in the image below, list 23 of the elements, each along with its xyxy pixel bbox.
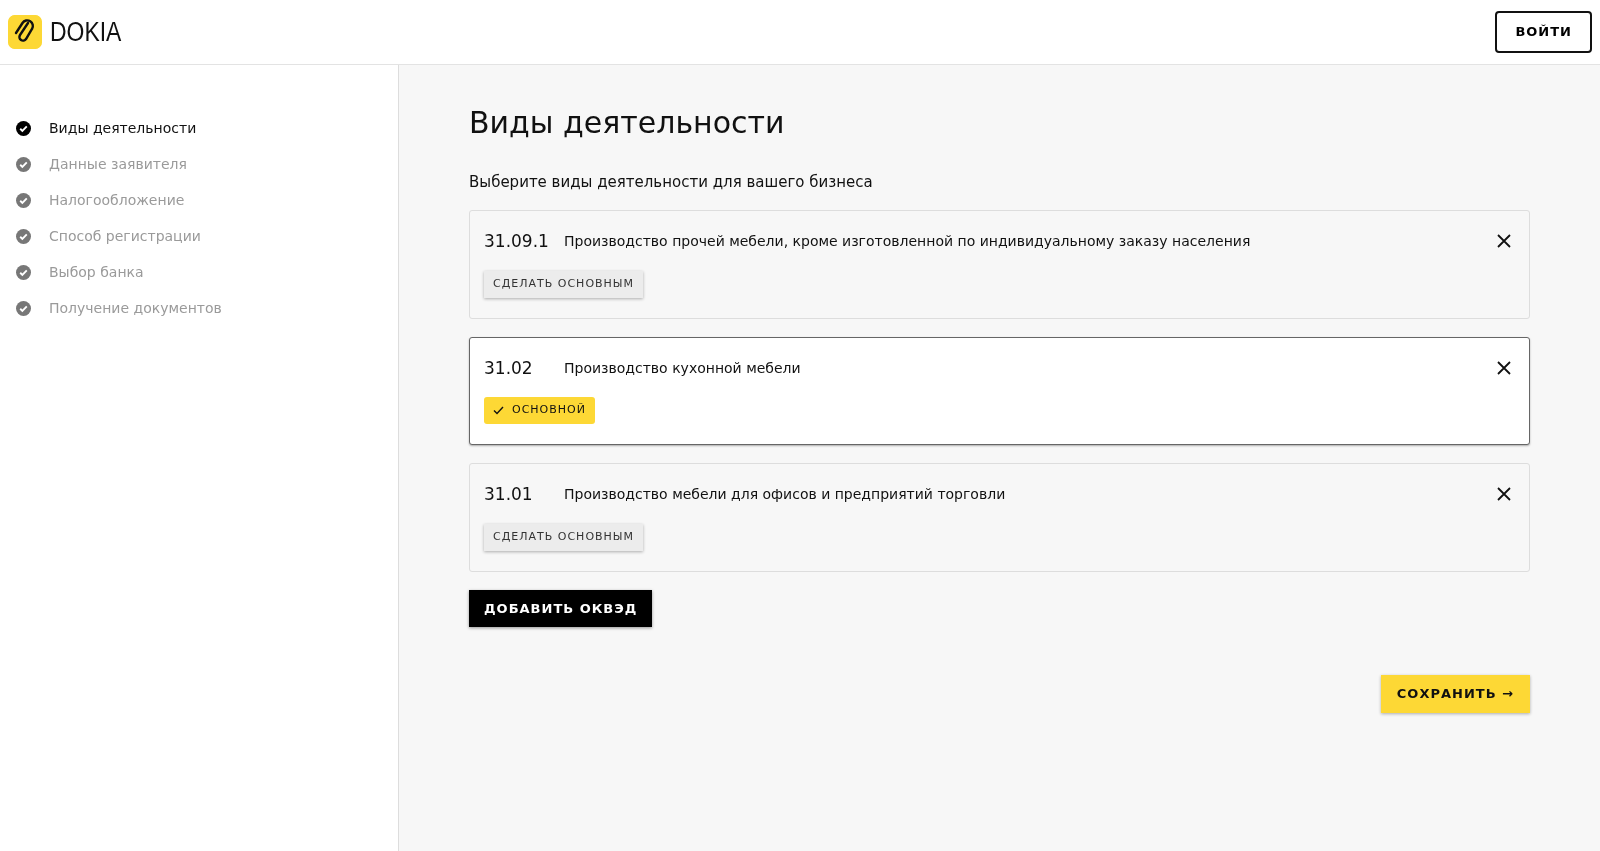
check-circle-icon	[16, 156, 31, 172]
page-subtitle: Выберите виды деятельности для вашего бизнеса	[469, 172, 874, 193]
check-circle-icon	[16, 300, 31, 316]
check-circle-icon	[16, 264, 31, 280]
primary-badge: ОСНОВНОЙ	[484, 397, 595, 424]
paperclip-logo-icon	[8, 15, 42, 49]
activity-code: 31.02	[484, 356, 534, 380]
check-circle-icon	[16, 192, 31, 208]
check-circle-icon	[16, 228, 31, 244]
check-circle-icon	[16, 120, 31, 136]
save-button[interactable]: СОХРАНИТЬ →	[1380, 675, 1530, 713]
add-okved-button[interactable]: ДОБАВИТЬ ОКВЭД	[469, 589, 653, 627]
activity-name: Производство мебели для офисов и предприятий торговли	[564, 484, 1007, 504]
activity-code: 31.01	[484, 482, 534, 506]
step-item[interactable]: Виды деятельности	[0, 110, 398, 146]
activity-code: 31.09.1	[484, 229, 550, 253]
activity-name: Производство кухонной мебели	[564, 358, 802, 378]
logo-text: DOKIA	[50, 15, 122, 49]
page-title: Виды деятельности	[469, 105, 786, 141]
activity-name: Производство прочей мебели, кроме изготовленной по индивидуальному заказу населения	[564, 231, 1252, 251]
make-primary-button[interactable]: СДЕЛАТЬ ОСНОВНЫМ	[484, 524, 644, 551]
login-button[interactable]: ВОЙТИ	[1495, 11, 1592, 53]
make-primary-button[interactable]: СДЕЛАТЬ ОСНОВНЫМ	[484, 271, 644, 298]
